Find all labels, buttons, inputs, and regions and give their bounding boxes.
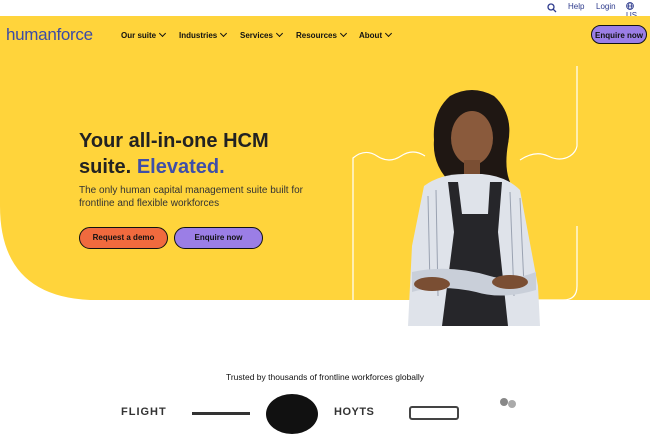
woman-portrait-image [408,90,540,326]
hoyts-logo: HOYTS [334,406,375,418]
enquire-now-nav-button[interactable]: Enquire now [591,25,647,44]
chevron-down-icon [159,29,167,38]
hero-title-line2: suite. [79,156,132,178]
nav-label: Our suite [121,31,157,40]
globe-icon [626,2,634,10]
enquire-now-hero-button[interactable]: Enquire now [174,227,263,249]
request-demo-button[interactable]: Request a demo [79,227,168,249]
hero-subtitle: The only human capital management suite … [79,185,304,209]
hero-title-accent: Elevated. [136,156,225,178]
nav-resources[interactable]: Resources [296,29,347,40]
login-link[interactable]: Login [596,2,616,11]
chevron-down-icon [339,29,347,38]
circular-brand-logo [266,394,318,434]
nav-about[interactable]: About [359,29,393,40]
chevron-down-icon [385,29,393,38]
nav-label: Resources [296,31,337,40]
humanforce-logo[interactable]: humanforce [6,25,93,45]
utility-bar: Help Login US⌄ [0,0,650,20]
hero-title: Your all-in-one HCM suite. Elevated. [79,128,339,180]
nav-label: About [359,31,383,40]
hero-section: Your all-in-one HCM suite. Elevated. The… [0,56,650,326]
chevron-down-icon [220,29,228,38]
chevron-down-icon [275,29,283,38]
nav-label: Industries [179,31,218,40]
flight-centre-logo: FLIGHT [121,406,167,418]
nav-services[interactable]: Services [240,29,283,40]
search-icon[interactable] [547,3,557,13]
brand-logo-box [409,406,459,420]
main-navigation: humanforce Our suite Industries Services… [0,16,650,56]
help-link[interactable]: Help [568,2,584,11]
nav-our-suite[interactable]: Our suite [121,29,167,40]
customer-logo-row: FLIGHT HOYTS [0,394,650,434]
trust-heading: Trusted by thousands of frontline workfo… [225,372,425,382]
nav-label: Services [240,31,273,40]
people-logo-icon [496,398,518,416]
nav-industries[interactable]: Industries [179,29,228,40]
hero-title-line1: Your all-in-one HCM [79,130,269,152]
